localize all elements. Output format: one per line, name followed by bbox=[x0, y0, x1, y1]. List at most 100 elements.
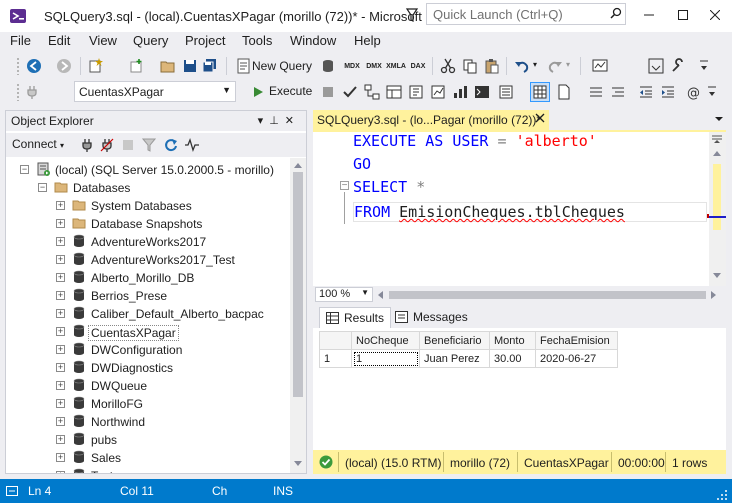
tree-database-node[interactable]: + pubs bbox=[6, 431, 290, 449]
xmla-query-button[interactable]: XMLA bbox=[386, 56, 406, 76]
new-query-icon-button[interactable] bbox=[234, 56, 254, 76]
cut-button[interactable] bbox=[438, 56, 458, 76]
tree-database-node[interactable]: + Sales bbox=[6, 449, 290, 467]
query-document-tab[interactable]: SQLQuery3.sql - (lo...Pagar (morillo (72… bbox=[313, 110, 549, 130]
query-editor[interactable]: EXECUTE AS USER = 'alberto' GO − SELECT … bbox=[313, 130, 726, 286]
column-header[interactable]: Monto bbox=[489, 331, 536, 350]
toolbar-overflow-button[interactable] bbox=[702, 82, 722, 102]
code-line-3[interactable]: SELECT * bbox=[353, 178, 425, 196]
tree-database-node[interactable]: + Berrios_Prese bbox=[6, 287, 290, 305]
comment-out-button[interactable] bbox=[586, 82, 606, 102]
expand-icon[interactable]: + bbox=[56, 471, 65, 473]
scroll-down-icon[interactable] bbox=[294, 461, 302, 467]
code-line-1[interactable]: EXECUTE AS USER = 'alberto' bbox=[353, 132, 597, 150]
menu-project[interactable]: Project bbox=[185, 33, 225, 48]
uncomment-button[interactable] bbox=[608, 82, 628, 102]
tree-database-node[interactable]: + DWQueue bbox=[6, 377, 290, 395]
minimize-button[interactable] bbox=[632, 0, 666, 30]
decrease-indent-button[interactable] bbox=[636, 82, 656, 102]
activity-monitor-button[interactable] bbox=[590, 56, 610, 76]
cancel-query-button[interactable] bbox=[318, 82, 338, 102]
scroll-up-icon[interactable] bbox=[294, 162, 302, 168]
menu-file[interactable]: File bbox=[10, 33, 31, 48]
disconnect-icon[interactable] bbox=[100, 138, 114, 152]
menu-window[interactable]: Window bbox=[290, 33, 336, 48]
tree-system-databases-folder[interactable]: + System Databases bbox=[6, 197, 290, 215]
editor-scroll-thumb[interactable] bbox=[713, 164, 721, 230]
tree-server-node[interactable]: − (local) (SQL Server 15.0.2000.5 - mori… bbox=[6, 161, 290, 179]
code-line-4[interactable]: FROM EmisionCheques.tblCheques bbox=[353, 202, 707, 222]
connect-button[interactable] bbox=[22, 82, 42, 102]
results-to-grid-button[interactable] bbox=[530, 82, 550, 102]
code-line-2[interactable]: GO bbox=[353, 155, 371, 173]
client-statistics-button[interactable] bbox=[450, 82, 470, 102]
new-query-button[interactable]: New Query bbox=[252, 59, 312, 73]
undo-button[interactable] bbox=[512, 56, 532, 76]
grid-cell[interactable]: 2020-06-27 bbox=[535, 349, 618, 368]
dax-query-button[interactable]: DAX bbox=[408, 56, 428, 76]
expand-icon[interactable]: + bbox=[56, 381, 65, 390]
pin-icon[interactable]: ⊥ bbox=[269, 115, 285, 127]
results-to-text-button[interactable] bbox=[496, 82, 516, 102]
toolbar-overflow-button[interactable] bbox=[694, 56, 714, 76]
expand-icon[interactable]: + bbox=[56, 399, 65, 408]
activity-pulse-icon[interactable] bbox=[184, 138, 200, 152]
scroll-left-icon[interactable] bbox=[377, 291, 383, 299]
expand-icon[interactable]: + bbox=[56, 363, 65, 372]
query-designer-button[interactable] bbox=[384, 82, 404, 102]
sqlcmd-mode-button[interactable] bbox=[472, 82, 492, 102]
scroll-up-icon[interactable] bbox=[713, 150, 721, 156]
tree-database-node[interactable]: + AdventureWorks2017 bbox=[6, 233, 290, 251]
menu-view[interactable]: View bbox=[89, 33, 117, 48]
mdx-query-button[interactable]: MDX bbox=[342, 56, 362, 76]
connect-dropdown[interactable]: Connect ▾ bbox=[12, 137, 64, 151]
results-grid[interactable]: NoCheque Beneficiario Monto FechaEmision… bbox=[319, 331, 618, 368]
quick-launch-input[interactable]: Quick Launch (Ctrl+Q) bbox=[426, 3, 626, 25]
close-panel-icon[interactable]: ✕ bbox=[285, 115, 300, 127]
expand-icon[interactable]: + bbox=[56, 273, 65, 282]
tab-results[interactable]: Results bbox=[319, 307, 392, 328]
tree-database-node[interactable]: + DWDiagnostics bbox=[6, 359, 290, 377]
live-query-stats-button[interactable] bbox=[428, 82, 448, 102]
refresh-icon[interactable] bbox=[164, 138, 178, 152]
increase-indent-button[interactable] bbox=[658, 82, 678, 102]
table-row[interactable]: 1 1 Juan Perez 30.00 2020-06-27 bbox=[319, 349, 618, 368]
zoom-select[interactable]: 100 % ▼ bbox=[315, 287, 373, 302]
include-actual-plan-button[interactable] bbox=[406, 82, 426, 102]
wrench-button[interactable] bbox=[668, 56, 688, 76]
copy-button[interactable] bbox=[460, 56, 480, 76]
editor-scrollbar[interactable] bbox=[709, 132, 726, 286]
tab-messages[interactable]: Messages bbox=[389, 307, 474, 328]
expand-icon[interactable]: + bbox=[56, 453, 65, 462]
redo-button[interactable] bbox=[545, 56, 565, 76]
tree-database-node[interactable]: + Caliber_Default_Alberto_bacpac bbox=[6, 305, 290, 323]
tree-database-node[interactable]: + Northwind bbox=[6, 413, 290, 431]
execute-button[interactable]: Execute bbox=[269, 84, 312, 98]
toolbar-options-button[interactable] bbox=[646, 56, 666, 76]
back-button[interactable] bbox=[24, 56, 44, 76]
expand-icon[interactable]: + bbox=[56, 219, 65, 228]
tree-database-node[interactable]: + MorilloFG bbox=[6, 395, 290, 413]
add-item-button[interactable] bbox=[126, 56, 146, 76]
database-engine-query-button[interactable] bbox=[318, 56, 338, 76]
tree-database-node[interactable]: + AdventureWorks2017_Test bbox=[6, 251, 290, 269]
tree-database-node[interactable]: + DWConfiguration bbox=[6, 341, 290, 359]
open-file-button[interactable] bbox=[158, 56, 178, 76]
collapse-icon[interactable]: − bbox=[38, 183, 47, 192]
toolbar-grip[interactable] bbox=[16, 83, 20, 101]
search-icon[interactable] bbox=[610, 7, 622, 19]
collapse-icon[interactable]: − bbox=[20, 165, 29, 174]
expand-icon[interactable]: + bbox=[56, 255, 65, 264]
column-header[interactable]: NoCheque bbox=[351, 331, 420, 350]
find-dropdown[interactable] bbox=[612, 56, 644, 76]
parse-button[interactable] bbox=[340, 82, 360, 102]
expand-icon[interactable]: + bbox=[56, 237, 65, 246]
execute-icon-button[interactable] bbox=[248, 82, 268, 102]
dmx-query-button[interactable]: DMX bbox=[364, 56, 384, 76]
column-header[interactable]: Beneficiario bbox=[419, 331, 490, 350]
code-collapse-icon[interactable]: − bbox=[340, 181, 349, 191]
window-position-dropdown-icon[interactable]: ▾ bbox=[258, 115, 270, 127]
connect-plug-icon[interactable] bbox=[80, 138, 94, 152]
column-header[interactable]: FechaEmision bbox=[535, 331, 618, 350]
expand-icon[interactable]: + bbox=[56, 201, 65, 210]
